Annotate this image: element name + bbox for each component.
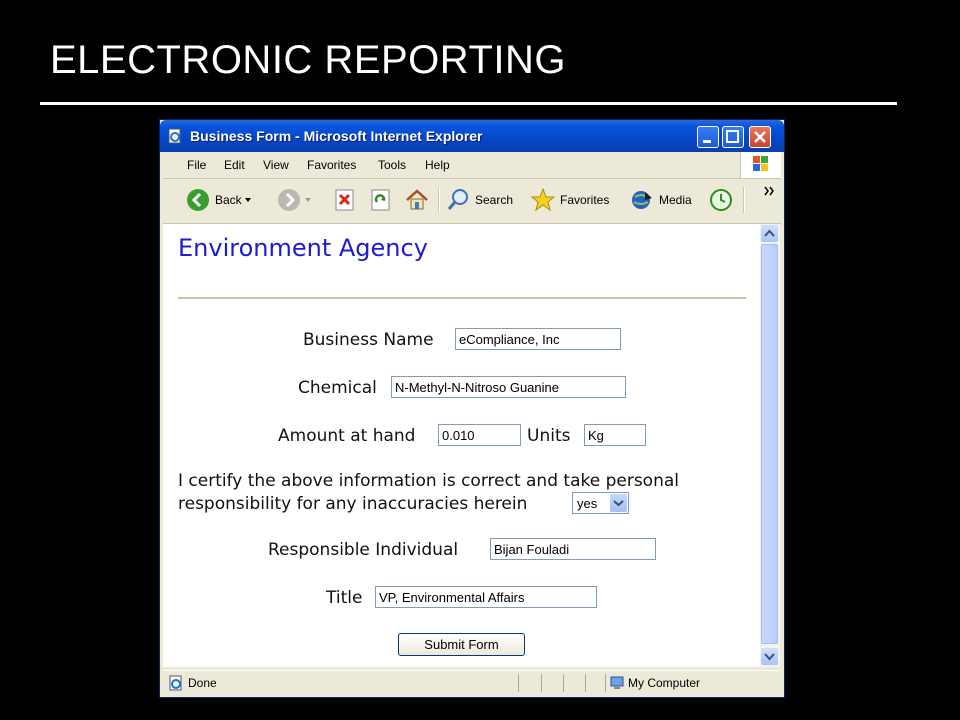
close-icon bbox=[754, 131, 766, 143]
stop-icon bbox=[335, 189, 354, 211]
windows-flag-icon bbox=[740, 152, 781, 178]
status-text: Done bbox=[188, 676, 217, 690]
back-label: Back bbox=[215, 193, 242, 207]
scroll-down-button[interactable] bbox=[761, 648, 778, 665]
refresh-icon bbox=[371, 189, 390, 211]
favorites-button[interactable]: Favorites bbox=[530, 186, 609, 214]
page-done-icon bbox=[169, 675, 182, 691]
menu-favorites[interactable]: Favorites bbox=[307, 158, 356, 172]
refresh-button[interactable] bbox=[369, 186, 393, 214]
favorites-label: Favorites bbox=[560, 193, 610, 207]
ie-page-icon bbox=[168, 128, 181, 144]
maximize-button[interactable] bbox=[722, 126, 744, 148]
heading-divider bbox=[178, 297, 746, 299]
history-icon bbox=[710, 189, 732, 211]
page-content: Environment Agency Business Name eCompli… bbox=[163, 224, 760, 667]
title-divider bbox=[40, 102, 897, 105]
forward-dropdown-icon bbox=[305, 198, 311, 202]
back-dropdown-icon bbox=[244, 198, 251, 202]
status-divider bbox=[585, 674, 586, 692]
my-computer-icon bbox=[610, 676, 624, 689]
minimize-button[interactable] bbox=[697, 126, 719, 148]
toolbar-separator bbox=[743, 187, 745, 213]
chevron-down-icon bbox=[764, 653, 775, 661]
maximize-icon bbox=[726, 130, 739, 143]
certify-select[interactable]: yes bbox=[572, 492, 629, 514]
forward-button[interactable] bbox=[276, 186, 314, 214]
history-button[interactable] bbox=[708, 186, 734, 214]
certify-selected-value: yes bbox=[577, 496, 598, 511]
status-divider bbox=[518, 674, 519, 692]
chemical-label: Chemical bbox=[298, 378, 377, 398]
status-bar: Done My Computer bbox=[163, 670, 781, 695]
status-divider bbox=[563, 674, 564, 692]
menu-file[interactable]: File bbox=[187, 158, 206, 172]
search-label: Search bbox=[475, 193, 514, 207]
stop-button[interactable] bbox=[333, 186, 357, 214]
menu-view[interactable]: View bbox=[263, 158, 289, 172]
individual-field[interactable]: Bijan Fouladi bbox=[490, 538, 656, 560]
vertical-scrollbar[interactable] bbox=[760, 224, 780, 667]
home-icon bbox=[406, 189, 428, 210]
close-button[interactable] bbox=[749, 126, 771, 148]
back-arrow-icon bbox=[187, 189, 209, 211]
media-label: Media bbox=[659, 193, 692, 207]
minimize-icon bbox=[703, 140, 711, 143]
submit-button[interactable]: Submit Form bbox=[398, 633, 525, 656]
chevron-up-icon bbox=[764, 229, 775, 237]
back-button[interactable]: Back bbox=[185, 186, 254, 214]
chemical-field[interactable]: N-Methyl-N-Nitroso Guanine bbox=[391, 376, 626, 398]
page-heading: Environment Agency bbox=[178, 234, 428, 262]
business-name-label: Business Name bbox=[303, 330, 434, 350]
title-label: Title bbox=[326, 588, 363, 608]
security-zone-text: My Computer bbox=[628, 676, 701, 690]
home-button[interactable] bbox=[404, 186, 430, 214]
slide-title: ELECTRONIC REPORTING bbox=[50, 38, 566, 82]
status-divider bbox=[541, 674, 542, 692]
window-title: Business Form - Microsoft Internet Explo… bbox=[190, 128, 483, 144]
menu-tools[interactable]: Tools bbox=[378, 158, 406, 172]
ie-window: Business Form - Microsoft Internet Explo… bbox=[160, 120, 784, 697]
business-name-field[interactable]: eCompliance, Inc bbox=[455, 328, 621, 350]
star-icon bbox=[530, 187, 556, 212]
individual-label: Responsible Individual bbox=[268, 540, 459, 560]
toolbar-separator bbox=[438, 187, 440, 213]
search-button[interactable]: Search bbox=[445, 186, 513, 214]
menu-edit[interactable]: Edit bbox=[224, 158, 245, 172]
toolbar: Back Search Favorites Media bbox=[163, 179, 781, 224]
certify-statement: I certify the above information is corre… bbox=[178, 471, 680, 514]
chevron-down-icon[interactable] bbox=[610, 494, 627, 512]
media-globe-icon bbox=[632, 191, 652, 209]
search-icon bbox=[447, 189, 468, 210]
scroll-thumb[interactable] bbox=[761, 244, 778, 644]
units-field[interactable]: Kg bbox=[584, 424, 646, 446]
forward-arrow-icon bbox=[278, 189, 300, 211]
amount-field[interactable]: 0.010 bbox=[438, 424, 521, 446]
menu-bar: File Edit View Favorites Tools Help bbox=[163, 152, 781, 179]
menu-help[interactable]: Help bbox=[425, 158, 450, 172]
status-divider bbox=[605, 674, 606, 692]
amount-label: Amount at hand bbox=[278, 426, 416, 446]
chevron-right-icon[interactable] bbox=[763, 185, 775, 197]
units-label: Units bbox=[527, 426, 571, 446]
title-field[interactable]: VP, Environmental Affairs bbox=[375, 586, 597, 608]
scroll-up-button[interactable] bbox=[761, 225, 778, 242]
title-bar[interactable]: Business Form - Microsoft Internet Explo… bbox=[160, 120, 784, 152]
media-button[interactable]: Media bbox=[629, 186, 692, 214]
